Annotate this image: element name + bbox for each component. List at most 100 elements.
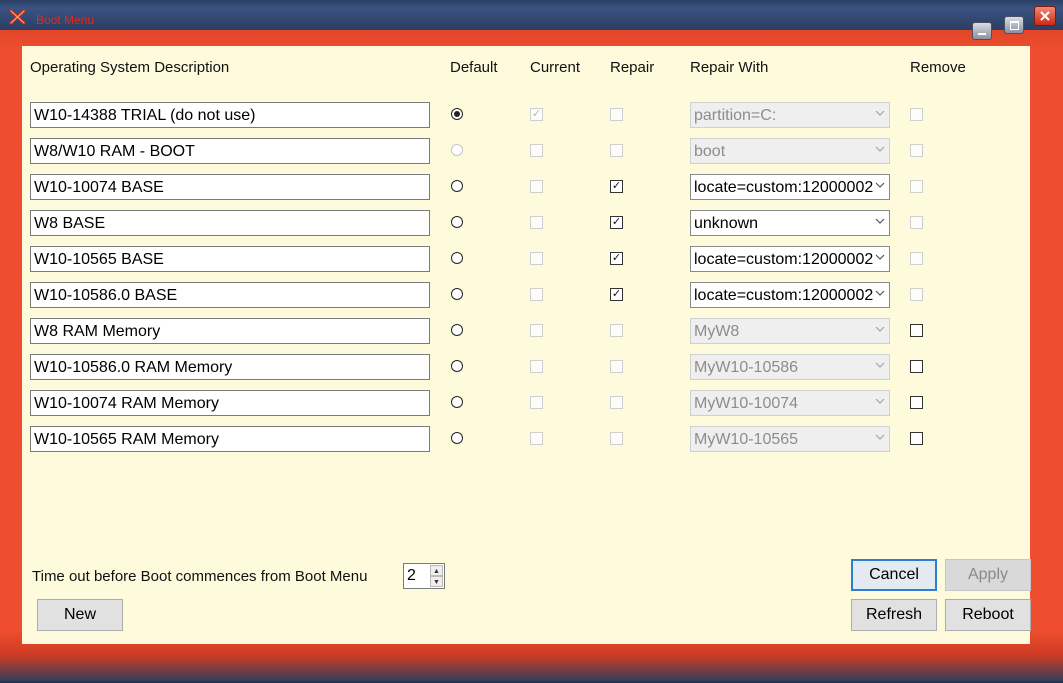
- title-bar[interactable]: Boot Menu: [0, 0, 1063, 30]
- current-checkbox[interactable]: [530, 432, 543, 445]
- boot-entry-row: W8 RAM Memory MyW8: [22, 318, 1030, 344]
- timeout-spinner[interactable]: 2 ▲ ▼: [403, 563, 445, 589]
- chevron-down-icon[interactable]: [874, 217, 886, 229]
- repair-checkbox[interactable]: [610, 144, 623, 157]
- repair-with-value: locate=custom:12000002: [694, 179, 874, 196]
- chevron-down-icon[interactable]: [874, 145, 886, 157]
- repair-with-value: MyW10-10074: [694, 395, 799, 412]
- default-radio[interactable]: [451, 180, 463, 192]
- reboot-button[interactable]: Reboot: [945, 599, 1031, 631]
- remove-checkbox[interactable]: [910, 216, 923, 229]
- default-radio[interactable]: [451, 396, 463, 408]
- repair-checkbox[interactable]: [610, 324, 623, 337]
- repair-with-select[interactable]: unknown: [690, 210, 890, 236]
- boot-entry-row: W8/W10 RAM - BOOT boot: [22, 138, 1030, 164]
- new-button[interactable]: New: [37, 599, 123, 631]
- remove-checkbox[interactable]: [910, 288, 923, 301]
- description-input[interactable]: W8/W10 RAM - BOOT: [30, 138, 430, 164]
- description-input[interactable]: W10-10074 BASE: [30, 174, 430, 200]
- default-radio[interactable]: [451, 216, 463, 228]
- default-radio[interactable]: [451, 324, 463, 336]
- chevron-down-icon[interactable]: [874, 325, 886, 337]
- current-checkbox[interactable]: [530, 360, 543, 373]
- refresh-button[interactable]: Refresh: [851, 599, 937, 631]
- remove-checkbox[interactable]: [910, 432, 923, 445]
- window-title: Boot Menu: [36, 13, 95, 27]
- repair-checkbox[interactable]: [610, 360, 623, 373]
- remove-checkbox[interactable]: [910, 144, 923, 157]
- default-radio[interactable]: [451, 432, 463, 444]
- repair-with-select[interactable]: locate=custom:12000002: [690, 282, 890, 308]
- boot-entry-row: W10-14388 TRIAL (do not use) ✓ partition=C…: [22, 102, 1030, 128]
- repair-checkbox[interactable]: [610, 432, 623, 445]
- apply-button[interactable]: Apply: [945, 559, 1031, 591]
- remove-checkbox[interactable]: [910, 252, 923, 265]
- description-input[interactable]: W10-10074 RAM Memory: [30, 390, 430, 416]
- boot-entry-row: W10-10586.0 RAM Memory MyW10-10586: [22, 354, 1030, 380]
- default-radio[interactable]: [451, 252, 463, 264]
- current-checkbox[interactable]: [530, 252, 543, 265]
- repair-checkbox[interactable]: ✓: [610, 180, 623, 193]
- chevron-down-icon[interactable]: [874, 181, 886, 193]
- remove-checkbox[interactable]: [910, 108, 923, 121]
- default-radio[interactable]: [451, 108, 463, 120]
- chevron-down-icon[interactable]: [874, 253, 886, 265]
- boot-entry-row: W8 BASE ✓ unknown: [22, 210, 1030, 236]
- default-radio[interactable]: [451, 360, 463, 372]
- description-input[interactable]: W10-10565 BASE: [30, 246, 430, 272]
- description-input[interactable]: W10-10586.0 RAM Memory: [30, 354, 430, 380]
- chevron-down-icon[interactable]: [874, 433, 886, 445]
- maximize-icon: [1009, 20, 1019, 30]
- remove-checkbox[interactable]: [910, 396, 923, 409]
- cancel-button[interactable]: Cancel: [851, 559, 937, 591]
- repair-checkbox[interactable]: ✓: [610, 216, 623, 229]
- chevron-down-icon[interactable]: [874, 289, 886, 301]
- chevron-down-icon[interactable]: [874, 361, 886, 373]
- default-radio[interactable]: [451, 288, 463, 300]
- repair-with-select[interactable]: locate=custom:12000002: [690, 174, 890, 200]
- repair-with-select[interactable]: partition=C:: [690, 102, 890, 128]
- repair-with-select[interactable]: boot: [690, 138, 890, 164]
- repair-checkbox[interactable]: [610, 396, 623, 409]
- description-input[interactable]: W10-10586.0 BASE: [30, 282, 430, 308]
- remove-checkbox[interactable]: [910, 180, 923, 193]
- header-remove: Remove: [910, 59, 966, 76]
- repair-with-select[interactable]: MyW8: [690, 318, 890, 344]
- current-checkbox[interactable]: [530, 216, 543, 229]
- header-current: Current: [530, 59, 581, 76]
- maximize-button[interactable]: [1004, 16, 1024, 34]
- current-checkbox[interactable]: [530, 180, 543, 193]
- default-radio[interactable]: [451, 144, 463, 156]
- current-checkbox[interactable]: [530, 324, 543, 337]
- repair-checkbox[interactable]: ✓: [610, 252, 623, 265]
- remove-checkbox[interactable]: [910, 324, 923, 337]
- repair-with-select[interactable]: MyW10-10565: [690, 426, 890, 452]
- spinner-down-icon[interactable]: ▼: [430, 576, 443, 587]
- repair-with-select[interactable]: MyW10-10586: [690, 354, 890, 380]
- boot-entry-row: W10-10565 RAM Memory MyW10-10565: [22, 426, 1030, 452]
- header-default: Default: [450, 59, 498, 76]
- repair-checkbox[interactable]: [610, 108, 623, 121]
- repair-with-select[interactable]: locate=custom:12000002: [690, 246, 890, 272]
- repair-checkbox[interactable]: ✓: [610, 288, 623, 301]
- boot-entry-row: W10-10586.0 BASE ✓ locate=custom:12000002: [22, 282, 1030, 308]
- chevron-down-icon[interactable]: [874, 109, 886, 121]
- timeout-label: Time out before Boot commences from Boot…: [32, 568, 368, 585]
- current-checkbox[interactable]: [530, 396, 543, 409]
- repair-with-value: partition=C:: [694, 107, 777, 124]
- minimize-button[interactable]: [972, 22, 992, 40]
- description-input[interactable]: W10-10565 RAM Memory: [30, 426, 430, 452]
- current-checkbox[interactable]: ✓: [530, 108, 543, 121]
- repair-with-value: MyW10-10565: [694, 431, 799, 448]
- remove-checkbox[interactable]: [910, 360, 923, 373]
- description-input[interactable]: W8 RAM Memory: [30, 318, 430, 344]
- current-checkbox[interactable]: [530, 144, 543, 157]
- description-input[interactable]: W8 BASE: [30, 210, 430, 236]
- description-input[interactable]: W10-14388 TRIAL (do not use): [30, 102, 430, 128]
- repair-with-select[interactable]: MyW10-10074: [690, 390, 890, 416]
- spinner-up-icon[interactable]: ▲: [430, 565, 443, 576]
- current-checkbox[interactable]: [530, 288, 543, 301]
- close-button[interactable]: [1034, 6, 1056, 26]
- timeout-value[interactable]: 2: [407, 567, 416, 585]
- chevron-down-icon[interactable]: [874, 397, 886, 409]
